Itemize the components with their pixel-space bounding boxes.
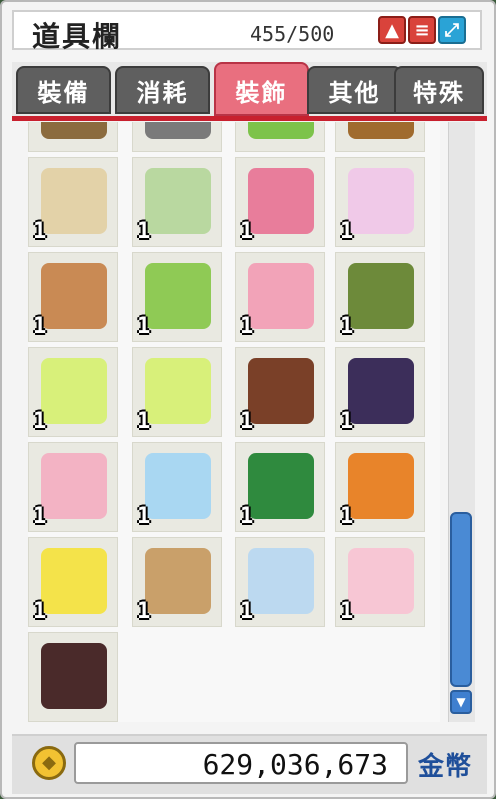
item-quantity: 1 [340,314,354,339]
item-quantity: 1 [340,504,354,529]
item-quantity: 1 [240,409,254,434]
item-quantity: 1 [240,504,254,529]
item-slot-furniture-top-3[interactable] [235,122,325,152]
window-title: 道具欄 [32,20,123,53]
item-icon [348,168,414,234]
tab-decoration[interactable]: 裝飾 [214,62,309,116]
tab-consume[interactable]: 消耗 [115,66,210,114]
item-quantity: 1 [240,599,254,624]
item-icon [348,453,414,519]
item-slot-furniture-top-4[interactable] [335,122,425,152]
item-slot-toy-shop-stand[interactable]: 1 [28,157,118,247]
item-quantity: 1 [33,219,47,244]
item-icon [248,548,314,614]
item-slot-dark-armor[interactable] [28,632,118,722]
item-quantity: 1 [240,219,254,244]
tab-special[interactable]: 特殊 [394,66,484,114]
item-icon [41,358,107,424]
item-icon [348,263,414,329]
up-arrow-icon: ▲ [385,20,399,41]
item-icon [145,122,211,139]
item-icon [41,548,107,614]
item-quantity: 1 [33,504,47,529]
tab-underline [12,116,487,121]
currency-label: 金幣 [418,752,473,782]
inventory-window: 道具欄 455/500 ▲ ≡ ⤢ 裝備 消耗 裝飾 其他 特殊 1111111… [0,0,496,799]
item-slot-witch-cat[interactable]: 1 [335,252,425,342]
chevron-down-icon: ▼ [456,695,466,709]
money-box: 629,036,673 [74,742,408,784]
item-slot-night-room[interactable]: 1 [335,347,425,437]
tab-other[interactable]: 其他 [307,66,402,114]
item-icon [248,122,314,139]
item-slot-flower-garden-2[interactable]: 1 [132,347,222,437]
item-icon [145,168,211,234]
item-quantity: 1 [33,599,47,624]
sort-button[interactable]: ▲ [378,16,406,44]
slot-count: 455/500 [250,22,335,46]
item-icon [41,453,107,519]
item-slot-crystal-cake[interactable]: 1 [335,157,425,247]
item-slot-christmas-tree[interactable]: 1 [235,442,325,532]
item-slot-flower-garden-1[interactable]: 1 [28,347,118,437]
item-slot-portrait-frame[interactable]: 1 [132,537,222,627]
money-amount: 629,036,673 [202,748,388,781]
item-icon [248,168,314,234]
coin-icon: ◆ [32,746,66,780]
item-slot-furniture-top-1[interactable] [28,122,118,152]
item-quantity: 1 [33,314,47,339]
item-slot-furniture-top-2[interactable] [132,122,222,152]
item-slot-chocolate-cup[interactable]: 1 [235,347,325,437]
item-icon [348,122,414,139]
item-icon [348,548,414,614]
item-slot-stacked-cake[interactable]: 1 [28,252,118,342]
category-tabs: 裝備 消耗 裝飾 其他 特殊 [12,62,487,120]
expand-icon: ⤢ [444,20,460,41]
item-slot-pink-hair-girl[interactable]: 1 [235,157,325,247]
item-quantity: 1 [33,409,47,434]
item-icon [248,263,314,329]
menu-button[interactable]: ≡ [408,16,436,44]
item-quantity: 1 [137,219,151,244]
currency-bar: ◆ 629,036,673 金幣 [12,734,487,794]
item-slot-tea-cups[interactable]: 1 [132,157,222,247]
item-icon [41,263,107,329]
item-icon [41,643,107,709]
item-icon [145,453,211,519]
item-icon [248,358,314,424]
item-slot-pink-tree-cake[interactable]: 1 [235,252,325,342]
item-quantity: 1 [340,599,354,624]
item-quantity: 1 [240,314,254,339]
item-slot-fruit-bowl[interactable]: 1 [335,537,425,627]
item-icon [348,358,414,424]
tab-equip[interactable]: 裝備 [16,66,111,114]
item-slot-ice-castle[interactable]: 1 [132,442,222,532]
item-quantity: 1 [137,504,151,529]
item-quantity: 1 [137,314,151,339]
item-slot-pink-room[interactable]: 1 [28,442,118,532]
item-slot-autumn-tree[interactable]: 1 [335,442,425,532]
scroll-down-button[interactable]: ▼ [450,690,472,714]
item-icon [145,263,211,329]
item-quantity: 1 [340,409,354,434]
item-icon [145,358,211,424]
item-quantity: 1 [340,219,354,244]
expand-button[interactable]: ⤢ [438,16,466,44]
item-quantity: 1 [137,599,151,624]
item-grid: 1 1 1 1 1 1 1 1 1 1 1 1 1 1 1 1 1 1 1 1 [28,122,440,722]
title-bar[interactable]: 道具欄 455/500 ▲ ≡ ⤢ [12,10,482,53]
item-slot-leaf-frog-sofa[interactable]: 1 [132,252,222,342]
item-quantity: 1 [137,409,151,434]
item-icon [41,168,107,234]
item-icon [145,548,211,614]
item-icon [248,453,314,519]
list-icon: ≡ [414,20,430,41]
item-slot-snow-globe[interactable]: 1 [235,537,325,627]
item-slot-yellow-bird[interactable]: 1 [28,537,118,627]
item-icon [41,122,107,139]
scrollbar-thumb[interactable] [450,512,472,687]
